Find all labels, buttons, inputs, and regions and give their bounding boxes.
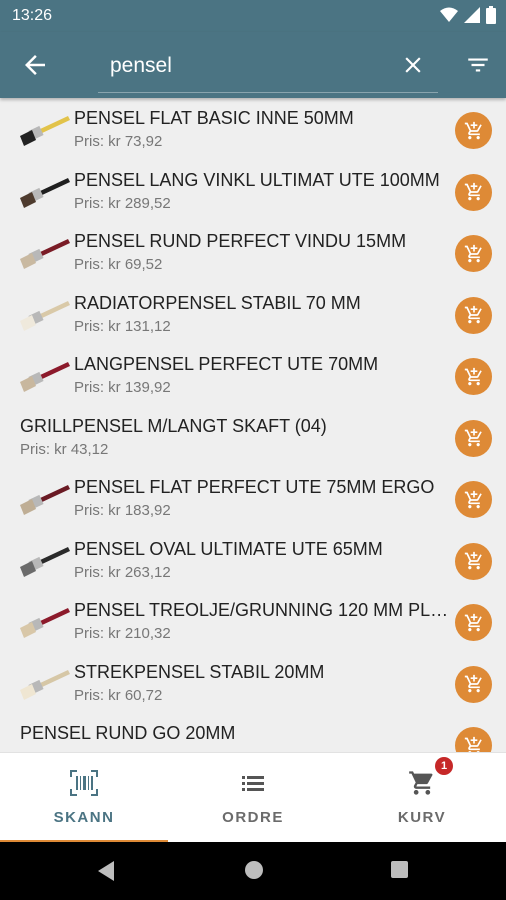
add-to-cart-button[interactable] (455, 481, 492, 518)
add-shopping-cart-icon (464, 305, 482, 324)
product-name: RADIATORPENSEL STABIL 70 MM (74, 292, 361, 313)
product-name: PENSEL TREOLJE/GRUNNING 120 MM PLATT (74, 600, 450, 620)
add-to-cart-button[interactable] (455, 358, 492, 395)
cart-icon (409, 771, 433, 795)
product-list-item[interactable]: PENSEL RUND PERFECT VINDU 15MM Pris: kr … (0, 221, 506, 283)
product-name: PENSEL FLAT PERFECT UTE 75MM ERGO (74, 477, 435, 497)
paintbrush-thumbnail (20, 546, 70, 577)
filter-button[interactable] (464, 52, 492, 78)
product-price: Pris: kr 69,52 (74, 256, 163, 273)
product-list-item[interactable]: PENSEL OVAL ULTIMATE UTE 65MM Pris: kr 2… (0, 529, 506, 591)
tab-kurv[interactable]: 1 KURV (338, 753, 506, 843)
paintbrush-thumbnail (20, 300, 70, 331)
paintbrush-thumbnail (20, 116, 70, 146)
home-circle-icon[interactable] (244, 860, 264, 880)
product-name: GRILLPENSEL M/LANGT SKAFT (04) (20, 415, 327, 436)
clear-search-button[interactable] (400, 52, 426, 78)
product-name: PENSEL RUND PERFECT VINDU 15MM (74, 231, 407, 251)
product-name: PENSEL FLAT BASIC INNE 50MM (74, 108, 354, 128)
add-shopping-cart-icon (464, 182, 482, 201)
barcode-scan-icon (70, 770, 98, 796)
tab-label-ordre: ORDRE (222, 809, 284, 826)
tab-label-skann: SKANN (53, 809, 115, 826)
add-shopping-cart-icon (464, 367, 482, 385)
product-price: Pris: kr 131,12 (74, 317, 171, 335)
product-list-item[interactable]: GRILLPENSEL M/LANGT SKAFT (04) Pris: kr … (0, 406, 506, 468)
product-list-item[interactable]: PENSEL RUND GO 20MM (0, 713, 506, 752)
product-name: PENSEL LANG VINKL ULTIMAT UTE 100MM (74, 169, 440, 190)
paintbrush-thumbnail (20, 485, 70, 515)
signal-icon (464, 7, 480, 23)
add-to-cart-button[interactable] (455, 727, 492, 752)
product-price: Pris: kr 183,92 (74, 502, 171, 519)
add-to-cart-button[interactable] (455, 419, 492, 457)
product-list-item[interactable]: STREKPENSEL STABIL 20MM Pris: kr 60,72 (0, 652, 506, 714)
product-list-item[interactable]: PENSEL FLAT BASIC INNE 50MM Pris: kr 73,… (0, 98, 506, 160)
battery-icon (486, 6, 496, 24)
add-shopping-cart-icon (464, 428, 482, 447)
recents-square-icon[interactable] (390, 860, 409, 879)
product-list-item[interactable]: PENSEL FLAT PERFECT UTE 75MM ERGO Pris: … (0, 467, 506, 529)
add-to-cart-button[interactable] (455, 604, 492, 641)
wifi-icon (440, 7, 458, 22)
add-to-cart-button[interactable] (455, 542, 492, 580)
product-name: PENSEL RUND GO 20MM (20, 723, 236, 743)
product-name: PENSEL OVAL ULTIMATE UTE 65MM (74, 538, 383, 559)
add-shopping-cart-icon (464, 736, 482, 752)
add-shopping-cart-icon (464, 244, 482, 262)
tab-ordre[interactable]: ORDRE (169, 753, 337, 843)
product-price: Pris: kr 289,52 (74, 194, 171, 212)
search-app-bar (0, 32, 506, 98)
cart-count-badge: 1 (435, 757, 453, 775)
paintbrush-thumbnail (20, 177, 70, 208)
back-triangle-icon[interactable] (96, 860, 116, 882)
search-input[interactable] (108, 50, 392, 82)
product-name: LANGPENSEL PERFECT UTE 70MM (74, 354, 379, 374)
product-list-item[interactable]: LANGPENSEL PERFECT UTE 70MM Pris: kr 139… (0, 344, 506, 406)
status-bar: 13:26 (0, 0, 506, 32)
add-shopping-cart-icon (464, 613, 482, 631)
tab-skann[interactable]: SKANN (0, 753, 168, 843)
product-price: Pris: kr 43,12 (20, 440, 109, 458)
add-to-cart-button[interactable] (455, 296, 492, 334)
product-list-item[interactable]: PENSEL LANG VINKL ULTIMAT UTE 100MM Pris… (0, 160, 506, 222)
product-price: Pris: kr 139,92 (74, 379, 171, 396)
back-button[interactable] (20, 50, 50, 80)
add-to-cart-button[interactable] (455, 112, 492, 149)
paintbrush-thumbnail (20, 669, 70, 700)
add-shopping-cart-icon (464, 674, 482, 693)
product-price: Pris: kr 73,92 (74, 133, 163, 150)
filter-icon (468, 58, 488, 72)
search-field-wrapper (98, 44, 438, 93)
add-to-cart-button[interactable] (455, 665, 492, 703)
add-shopping-cart-icon (464, 121, 482, 139)
tab-label-kurv: KURV (397, 809, 447, 826)
add-shopping-cart-icon (464, 551, 482, 570)
product-list-item[interactable]: PENSEL TREOLJE/GRUNNING 120 MM PLATT Pri… (0, 590, 506, 652)
add-to-cart-button[interactable] (455, 173, 492, 211)
add-shopping-cart-icon (464, 490, 482, 508)
paintbrush-thumbnail (20, 239, 70, 269)
status-icons (440, 6, 496, 24)
list-icon (242, 776, 264, 791)
paintbrush-thumbnail (20, 362, 70, 392)
add-to-cart-button[interactable] (455, 235, 492, 272)
product-price: Pris: kr 263,12 (74, 563, 171, 581)
arrow-left-icon (25, 55, 45, 75)
product-list-item[interactable]: RADIATORPENSEL STABIL 70 MM Pris: kr 131… (0, 283, 506, 345)
product-price: Pris: kr 60,72 (74, 686, 163, 704)
product-name: STREKPENSEL STABIL 20MM (74, 661, 325, 682)
system-navigation-bar (0, 842, 506, 900)
bottom-navigation: SKANN ORDRE 1 KURV (0, 752, 506, 843)
status-time: 13:26 (12, 7, 53, 24)
paintbrush-thumbnail (20, 608, 70, 638)
product-price: Pris: kr 210,32 (74, 625, 171, 642)
product-list: PENSEL FLAT BASIC INNE 50MM Pris: kr 73,… (0, 98, 506, 752)
close-icon (405, 57, 421, 73)
